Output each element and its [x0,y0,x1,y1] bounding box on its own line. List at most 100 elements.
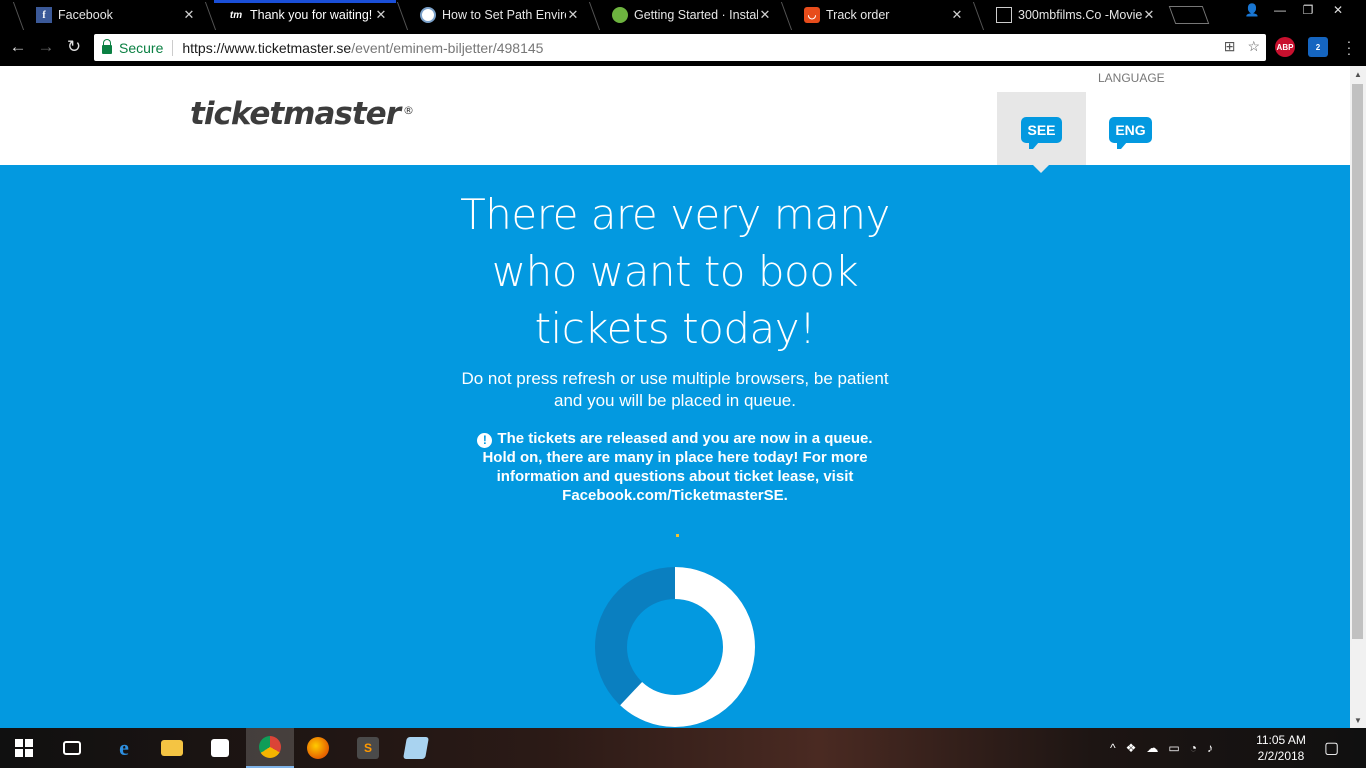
facebook-icon: f [36,7,52,23]
adblock-label: ABP [1276,42,1294,52]
speech-bubble-icon: SEE [1021,117,1062,149]
tab-spring[interactable]: Getting Started · Installin ✕ [590,0,782,30]
queue-headline: There are very many who want to book tic… [400,186,950,357]
url-path: /event/eminem-biljetter/498145 [351,39,544,56]
notice-line: Hold on, there are many in place here to… [482,449,868,466]
store-icon[interactable] [196,728,244,768]
tab-ticketmaster[interactable]: tm Thank you for waiting! ✕ [206,0,398,30]
registered-mark: ® [402,104,414,117]
tab-title: Track order [826,8,890,22]
url-host: https://www.ticketmaster.se [182,39,352,56]
tab-title: Facebook [58,8,113,22]
system-tray: ^ ❖ ☁ ▭ ◔ ♪ [1110,728,1213,768]
tab-close-icon[interactable]: ✕ [950,7,964,23]
secure-label: Secure [119,39,164,56]
howto-icon [420,7,436,23]
profile-icon[interactable]: 👤 [1238,0,1266,20]
extension-icon[interactable]: 2 [1308,37,1328,57]
page-viewport: ticketmaster ® LANGUAGE SEE ENG There are… [0,66,1350,728]
tab-close-icon[interactable]: ✕ [758,7,772,23]
chevron-up-icon[interactable]: ^ [1110,741,1116,755]
site-header: ticketmaster ® LANGUAGE SEE ENG [0,66,1350,173]
tab-title: Getting Started · Installin [634,8,758,22]
language-button-see[interactable]: SEE [997,92,1086,173]
chrome-icon[interactable] [246,728,294,768]
restore-icon[interactable]: ❐ [1294,0,1322,20]
task-view-icon[interactable] [48,728,96,768]
language-label: LANGUAGE [1098,71,1165,85]
notifications-icon[interactable]: ▢ [1324,728,1339,768]
browser-toolbar: ← → ↻ Secure https://www.ticketmaster.se… [0,30,1366,65]
tab-close-icon[interactable]: ✕ [566,7,580,23]
language-code: ENG [1115,122,1146,138]
tab-close-icon[interactable]: ✕ [374,7,388,23]
headline-line: There are very many [460,190,890,239]
close-window-icon[interactable]: ✕ [1324,0,1352,20]
translate-icon[interactable]: ⊞ [1224,38,1236,55]
forward-icon[interactable]: → [36,37,56,57]
notice-line: The tickets are released and you are now… [497,430,873,447]
wifi-icon[interactable]: ◔ [1190,741,1197,755]
file-explorer-icon[interactable] [148,728,196,768]
onedrive-icon[interactable]: ☁ [1146,741,1158,755]
tab-track-order[interactable]: ◡ Track order ✕ [782,0,974,30]
back-icon[interactable]: ← [8,37,28,57]
minimize-icon[interactable]: — [1266,0,1294,20]
logo-text: ticketmaster [190,96,401,132]
exclamation-icon: ! [477,433,493,448]
notice-line: Facebook.com/TicketmasterSE. [562,487,788,504]
loading-dot [676,534,679,537]
tab-300mbfilms[interactable]: 300mbfilms.Co -Movies I ✕ [974,0,1166,30]
scroll-up-icon[interactable]: ▲ [1350,66,1366,82]
instruction-line: and you will be placed in queue. [554,391,796,410]
headline-line: tickets today! [534,304,816,353]
queue-progress-ring [595,567,755,727]
tab-close-icon[interactable]: ✕ [1142,7,1156,23]
scroll-down-icon[interactable]: ▼ [1350,712,1366,728]
extension-badge: 2 [1315,42,1321,52]
clock-date: 2/2/2018 [1257,749,1305,763]
language-button-eng[interactable]: ENG [1086,92,1175,165]
new-tab-button[interactable] [1168,6,1210,24]
omnibox-divider [172,39,174,56]
start-icon[interactable] [0,728,48,768]
windows-taskbar: e S ^ ❖ ☁ ▭ ◔ ♪ 11:05 AM 2/2/2018 ▢ [0,728,1366,768]
page-scrollbar[interactable]: ▲ ▼ [1350,66,1366,728]
language-code: SEE [1027,122,1056,138]
tab-title: 300mbfilms.Co -Movies I [1018,8,1142,22]
address-bar[interactable]: Secure https://www.ticketmaster.se/event… [94,34,1266,61]
notice-line: information and questions about ticket l… [496,468,854,485]
adblock-plus-icon[interactable]: ABP [1275,37,1295,57]
queue-instructions: Do not press refresh or use multiple bro… [430,368,920,412]
tab-close-icon[interactable]: ✕ [182,7,196,23]
bookmark-star-icon[interactable]: ☆ [1247,38,1260,55]
active-tab-indicator [214,0,396,3]
volume-icon[interactable]: ♪ [1207,741,1213,755]
edge-icon[interactable]: e [100,728,148,768]
page-icon [996,7,1012,23]
queue-notice: ! The tickets are released and you are no… [450,429,900,505]
tab-title: Thank you for waiting! [250,8,373,22]
ticketmaster-logo[interactable]: ticketmaster ® [190,96,414,132]
clock-time: 11:05 AM [1256,733,1306,747]
track-order-icon: ◡ [804,7,820,23]
taskbar-clock[interactable]: 11:05 AM 2/2/2018 [1246,732,1316,764]
tab-facebook[interactable]: f Facebook ✕ [14,0,206,30]
ticketmaster-icon: tm [229,9,243,21]
dropbox-icon[interactable]: ❖ [1126,741,1137,755]
instruction-line: Do not press refresh or use multiple bro… [461,369,889,388]
browser-tab-strip: f Facebook ✕ tm Thank you for waiting! ✕… [0,0,1366,30]
tab-title: How to Set Path Environ [442,8,566,22]
reload-icon[interactable]: ↻ [64,37,84,57]
lock-icon [102,39,112,54]
battery-icon[interactable]: ▭ [1168,741,1179,755]
notepad-icon[interactable] [392,728,440,768]
firefox-icon[interactable] [294,728,342,768]
tab-howto[interactable]: How to Set Path Environ ✕ [398,0,590,30]
scroll-thumb[interactable] [1352,84,1363,639]
spring-icon [612,7,628,23]
headline-line: who want to book [491,247,859,296]
browser-menu-icon[interactable]: · · · [1346,34,1352,60]
speech-bubble-icon: ENG [1109,117,1152,149]
sublime-icon[interactable]: S [344,728,392,768]
